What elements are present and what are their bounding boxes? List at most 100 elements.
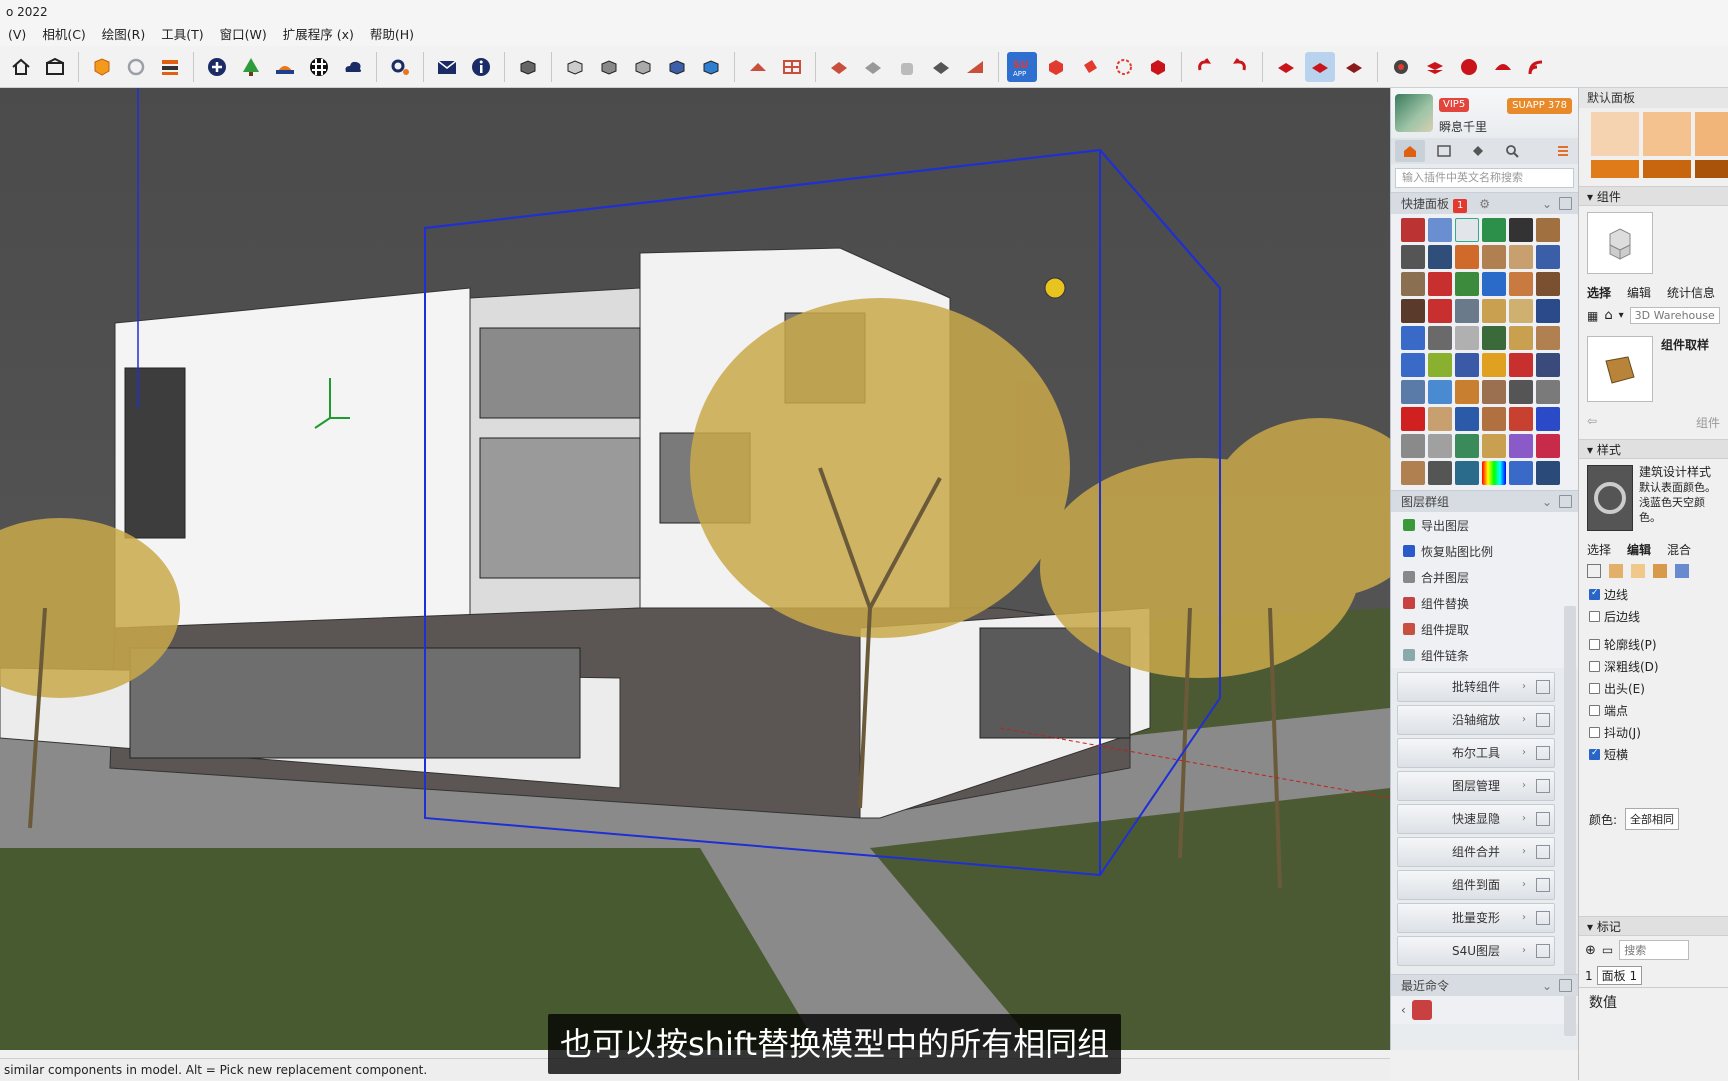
grid-icon[interactable] <box>777 52 807 82</box>
tool-icon[interactable] <box>1455 299 1479 323</box>
back-view-icon[interactable] <box>696 52 726 82</box>
checkbox-box[interactable] <box>1589 727 1600 738</box>
tool-icon[interactable] <box>1509 353 1533 377</box>
menu-help[interactable]: 帮助(H) <box>362 24 422 46</box>
terrain-icon[interactable] <box>270 52 300 82</box>
tool-icon[interactable] <box>1428 461 1452 485</box>
tool-icon[interactable] <box>1401 218 1425 242</box>
tool-icon[interactable] <box>1428 326 1452 350</box>
tool-icon[interactable] <box>1536 218 1560 242</box>
tool-icon[interactable] <box>1482 245 1506 269</box>
tool-icon[interactable] <box>1428 353 1452 377</box>
tool-icon[interactable] <box>1428 218 1452 242</box>
gear-red-icon[interactable] <box>1386 52 1416 82</box>
menu-view[interactable]: (V) <box>0 24 34 46</box>
style-thumb[interactable] <box>1587 465 1633 531</box>
iso-view-icon[interactable] <box>560 52 590 82</box>
info-icon[interactable] <box>466 52 496 82</box>
cog-stack-icon[interactable] <box>1454 52 1484 82</box>
checker-icon[interactable] <box>304 52 334 82</box>
popout-icon[interactable] <box>1536 911 1550 925</box>
tab-select[interactable]: 选择 <box>1587 284 1611 301</box>
tool-icon[interactable] <box>1455 245 1479 269</box>
tag-folder-icon[interactable]: ▭ <box>1602 943 1613 957</box>
front-view-icon[interactable] <box>628 52 658 82</box>
material-swatch[interactable] <box>1695 112 1728 156</box>
search-icon[interactable] <box>1497 140 1527 162</box>
tool-icon[interactable] <box>1509 299 1533 323</box>
tool-icon[interactable] <box>1401 353 1425 377</box>
flower-icon[interactable] <box>1109 52 1139 82</box>
home-icon[interactable] <box>6 52 36 82</box>
tab-style-edit[interactable]: 编辑 <box>1627 541 1651 558</box>
tool-icon[interactable] <box>1536 461 1560 485</box>
tool-icon[interactable] <box>1536 434 1560 458</box>
tool-icon[interactable] <box>1401 272 1425 296</box>
material-swatch[interactable] <box>1643 160 1691 178</box>
tool-btn-boolean[interactable]: 布尔工具 › <box>1397 738 1555 768</box>
plugin-scrollbar[interactable] <box>1564 606 1576 1036</box>
tool-icon[interactable] <box>1536 353 1560 377</box>
stack-icon[interactable] <box>1420 52 1450 82</box>
checkbox-box[interactable] <box>1589 611 1600 622</box>
warehouse-icon[interactable] <box>40 52 70 82</box>
paint-icon[interactable] <box>1463 140 1493 162</box>
layer-item-extract[interactable]: 组件提取 <box>1391 616 1578 642</box>
top-view-icon[interactable] <box>594 52 624 82</box>
tool-icon[interactable] <box>1482 299 1506 323</box>
tool-icon[interactable] <box>1536 407 1560 431</box>
tool-btn-s4u-layers[interactable]: S4U图层 › <box>1397 936 1555 966</box>
material-swatch[interactable] <box>1695 160 1728 178</box>
plane-tool-icon[interactable] <box>1339 52 1369 82</box>
modeling-settings-icon[interactable] <box>1675 564 1689 578</box>
refresh-icon[interactable] <box>121 52 151 82</box>
close-icon[interactable] <box>1401 407 1425 431</box>
tool-btn-batch-transform[interactable]: 批量变形 › <box>1397 903 1555 933</box>
tool-icon[interactable] <box>1482 326 1506 350</box>
settings-icon[interactable] <box>385 52 415 82</box>
chevron-left-icon[interactable]: ‹ <box>1401 1003 1406 1017</box>
tool-icon[interactable] <box>1401 434 1425 458</box>
stamp-icon[interactable] <box>824 52 854 82</box>
tool-icon[interactable] <box>1401 380 1425 404</box>
dropdown-icon[interactable]: ▾ <box>1619 310 1624 321</box>
tool-icon[interactable] <box>1401 245 1425 269</box>
tree-icon[interactable] <box>236 52 266 82</box>
tool-icon[interactable] <box>1482 380 1506 404</box>
layer-item-export[interactable]: 导出图层 <box>1391 512 1578 538</box>
paint-bucket-icon[interactable] <box>1075 52 1105 82</box>
popout-icon[interactable] <box>1536 713 1550 727</box>
tool-icon[interactable] <box>1428 407 1452 431</box>
material-swatch[interactable] <box>1591 160 1639 178</box>
tool-icon[interactable] <box>1428 434 1452 458</box>
tool-icon[interactable] <box>1536 245 1560 269</box>
styles-section-header[interactable]: ▾ 样式 <box>1579 439 1728 459</box>
checkbox-box[interactable] <box>1589 588 1600 600</box>
popout-icon[interactable] <box>1536 812 1550 826</box>
tool-icon[interactable] <box>1509 272 1533 296</box>
back-arrow-icon[interactable]: ⇦ <box>1587 414 1597 431</box>
tool-icon[interactable] <box>1428 272 1452 296</box>
sandbox-icon[interactable] <box>743 52 773 82</box>
tool-icon[interactable] <box>1536 299 1560 323</box>
select-tool-icon[interactable] <box>1305 51 1335 82</box>
tool-btn-quick-toggle[interactable]: 快速显隐 › <box>1397 804 1555 834</box>
tool-icon[interactable] <box>1401 299 1425 323</box>
tool-btn-layer-manage[interactable]: 图层管理 › <box>1397 771 1555 801</box>
su-logo-icon[interactable] <box>1143 52 1173 82</box>
checkbox-box[interactable] <box>1589 661 1600 672</box>
quick-panel-header[interactable]: 快捷面板 1 ⚙ ⌄ <box>1391 192 1578 214</box>
panel-tab[interactable]: 面板 1 <box>1596 966 1643 985</box>
tool-icon[interactable] <box>1428 299 1452 323</box>
gear-icon[interactable]: ⚙ <box>1479 197 1490 211</box>
background-settings-icon[interactable] <box>1631 564 1645 578</box>
tool-icon[interactable] <box>1482 272 1506 296</box>
tool-icon[interactable] <box>1455 434 1479 458</box>
tab-stats[interactable]: 统计信息 <box>1667 284 1715 301</box>
menu-extensions[interactable]: 扩展程序 (x) <box>275 24 362 46</box>
tool-icon[interactable] <box>1482 407 1506 431</box>
tool-icon[interactable] <box>1509 461 1533 485</box>
home-icon[interactable]: ⌂ <box>1604 308 1612 323</box>
popout-icon[interactable] <box>1536 680 1550 694</box>
tool-btn-merge-component[interactable]: 组件合并 › <box>1397 837 1555 867</box>
